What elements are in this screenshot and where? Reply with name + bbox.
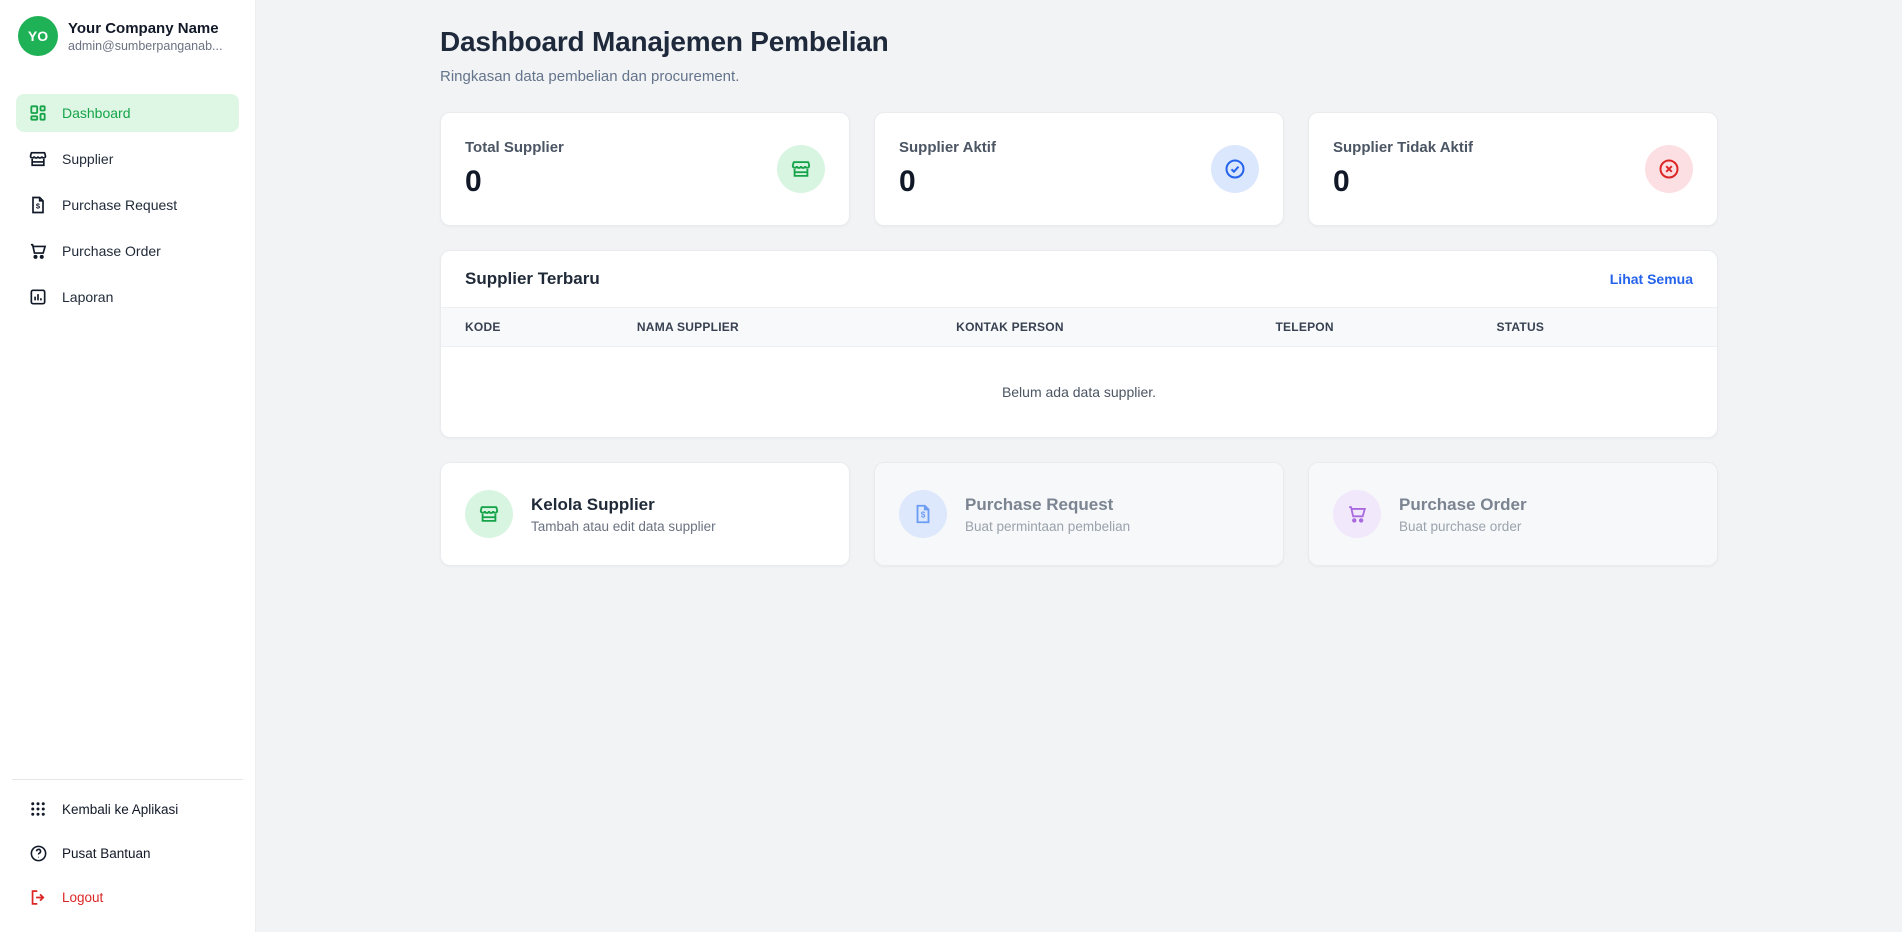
- storefront-icon: [465, 490, 513, 538]
- sidebar-item-purchase-order[interactable]: Purchase Order: [16, 232, 239, 270]
- main-area: Dashboard Manajemen Pembelian Ringkasan …: [256, 0, 1902, 932]
- apps-grid-icon: [28, 799, 48, 819]
- svg-text:$: $: [921, 511, 926, 520]
- help-center-button[interactable]: Pusat Bantuan: [16, 834, 239, 872]
- sidebar-item-label: Laporan: [62, 289, 113, 305]
- action-subtitle: Buat permintaan pembelian: [965, 519, 1130, 534]
- stat-card-supplier-tidak-aktif: Supplier Tidak Aktif 0: [1308, 112, 1718, 226]
- storefront-icon: [777, 145, 825, 193]
- sidebar-item-purchase-request[interactable]: $ Purchase Request: [16, 186, 239, 224]
- stat-card-supplier-aktif: Supplier Aktif 0: [874, 112, 1284, 226]
- sidebar-item-label: Purchase Order: [62, 243, 161, 259]
- action-title: Purchase Order: [1399, 495, 1527, 515]
- profile-block[interactable]: YO Your Company Name admin@sumberpangana…: [16, 14, 239, 58]
- sidebar-item-label: Dashboard: [62, 105, 131, 121]
- check-circle-icon: [1211, 145, 1259, 193]
- stat-card-total-supplier: Total Supplier 0: [440, 112, 850, 226]
- column-header-nama-supplier: NAMA SUPPLIER: [637, 320, 956, 334]
- quick-actions-row: Kelola Supplier Tambah atau edit data su…: [440, 462, 1718, 566]
- help-circle-icon: [28, 843, 48, 863]
- table-title: Supplier Terbaru: [465, 269, 600, 289]
- sidebar-divider: [12, 779, 243, 780]
- avatar: YO: [18, 16, 58, 56]
- stat-label: Supplier Aktif: [899, 139, 996, 156]
- stat-label: Total Supplier: [465, 139, 564, 156]
- cart-icon: [1333, 490, 1381, 538]
- footer-item-label: Logout: [62, 890, 103, 905]
- action-card-purchase-order[interactable]: Purchase Order Buat purchase order: [1308, 462, 1718, 566]
- logout-icon: [28, 887, 48, 907]
- action-title: Purchase Request: [965, 495, 1130, 515]
- action-card-kelola-supplier[interactable]: Kelola Supplier Tambah atau edit data su…: [440, 462, 850, 566]
- view-all-link[interactable]: Lihat Semua: [1610, 271, 1693, 287]
- sidebar-item-laporan[interactable]: Laporan: [16, 278, 239, 316]
- column-header-kode: KODE: [465, 320, 637, 334]
- stat-value: 0: [899, 165, 996, 199]
- stat-label: Supplier Tidak Aktif: [1333, 139, 1473, 156]
- footer-item-label: Kembali ke Aplikasi: [62, 802, 178, 817]
- table-empty-message: Belum ada data supplier.: [441, 347, 1717, 437]
- action-title: Kelola Supplier: [531, 495, 716, 515]
- sidebar-footer: Kembali ke Aplikasi Pusat Bantuan Logo: [16, 790, 239, 916]
- stat-value: 0: [465, 165, 564, 199]
- company-email: admin@sumberpanganab...: [68, 39, 222, 53]
- sidebar-item-label: Purchase Request: [62, 197, 177, 213]
- dashboard-grid-icon: [28, 103, 48, 123]
- logout-button[interactable]: Logout: [16, 878, 239, 916]
- file-invoice-icon: $: [899, 490, 947, 538]
- company-name: Your Company Name: [68, 20, 222, 37]
- sidebar-item-label: Supplier: [62, 151, 113, 167]
- action-card-purchase-request[interactable]: $ Purchase Request Buat permintaan pembe…: [874, 462, 1284, 566]
- page-title: Dashboard Manajemen Pembelian: [440, 26, 1718, 58]
- table-header-row: KODE NAMA SUPPLIER KONTAK PERSON TELEPON…: [441, 307, 1717, 347]
- supplier-table-card: Supplier Terbaru Lihat Semua KODE NAMA S…: [440, 250, 1718, 438]
- action-subtitle: Buat purchase order: [1399, 519, 1527, 534]
- stat-value: 0: [1333, 165, 1473, 199]
- x-circle-icon: [1645, 145, 1693, 193]
- page-subtitle: Ringkasan data pembelian dan procurement…: [440, 68, 1718, 85]
- bar-chart-icon: [28, 287, 48, 307]
- invoice-dollar-icon: $: [28, 195, 48, 215]
- svg-text:$: $: [36, 201, 41, 210]
- stats-row: Total Supplier 0 Supplier Aktif 0: [440, 112, 1718, 226]
- back-to-app-button[interactable]: Kembali ke Aplikasi: [16, 790, 239, 828]
- footer-item-label: Pusat Bantuan: [62, 846, 151, 861]
- column-header-kontak-person: KONTAK PERSON: [956, 320, 1275, 334]
- column-header-status: STATUS: [1496, 320, 1692, 334]
- sidebar-item-dashboard[interactable]: Dashboard: [16, 94, 239, 132]
- sidebar-nav: Dashboard Supplier $ Purchas: [16, 94, 239, 316]
- sidebar-item-supplier[interactable]: Supplier: [16, 140, 239, 178]
- storefront-icon: [28, 149, 48, 169]
- cart-icon: [28, 241, 48, 261]
- column-header-telepon: TELEPON: [1275, 320, 1496, 334]
- action-subtitle: Tambah atau edit data supplier: [531, 519, 716, 534]
- sidebar: YO Your Company Name admin@sumberpangana…: [0, 0, 256, 932]
